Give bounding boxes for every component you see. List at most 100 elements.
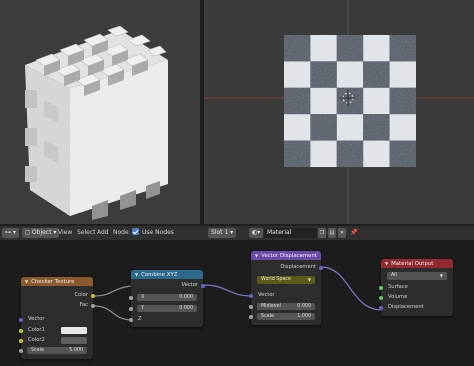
space-row: World Space ▼ — [251, 275, 321, 284]
input-y: Y 0.000 — [129, 304, 203, 313]
checker-square — [389, 61, 416, 88]
input-midlevel: Midlevel 0.000 — [249, 302, 321, 311]
output-fac-label: Fac — [79, 302, 88, 308]
space-value: World Space — [261, 276, 291, 282]
collapse-icon[interactable]: ▼ — [25, 279, 28, 284]
vector-displacement-node[interactable]: ▼ Vector Displacement Displacement World … — [249, 251, 323, 325]
material-name-field[interactable]: Material — [264, 228, 317, 238]
y-value: 0.000 — [179, 306, 193, 311]
socket-volume-in[interactable] — [379, 295, 383, 300]
combine-xyz-node[interactable]: ▼ Combine XYZ Vector X 0.000 Y 0.000 Z — [129, 270, 205, 327]
color2-swatch[interactable] — [61, 337, 87, 344]
checker-square — [284, 87, 311, 115]
checker-square — [363, 140, 390, 167]
vecdisp-scale-field[interactable]: Scale 1.000 — [257, 313, 315, 320]
vecdisp-node-header[interactable]: ▼ Vector Displacement — [251, 251, 321, 260]
copy-icon[interactable]: ❐ — [318, 228, 326, 238]
checker-square — [389, 87, 416, 115]
input-vector: Vector — [19, 315, 93, 324]
material-output-node[interactable]: ▼ Material Output All ▼ Surface Volume Dis… — [379, 259, 453, 316]
checker-grid — [284, 35, 416, 167]
node-editor-canvas[interactable]: ▼ Checker Texture Color Fac Vector Color1… — [0, 240, 474, 366]
vecdisp-scale-value: 1.000 — [297, 314, 311, 319]
space-dropdown[interactable]: World Space ▼ — [257, 275, 315, 284]
chevron-down-icon: ▼ — [439, 272, 443, 278]
link-fac-to-combine[interactable] — [93, 285, 133, 297]
output-node-header[interactable]: ▼ Material Output — [381, 259, 453, 268]
checker-square — [284, 35, 311, 62]
checker-square — [336, 87, 364, 115]
output-fac: Fac — [21, 301, 95, 310]
combine-node-title: Combine XYZ — [141, 272, 178, 278]
checker-square — [284, 114, 311, 141]
x-field[interactable]: X 0.000 — [137, 294, 197, 301]
socket-color2-in[interactable] — [19, 338, 23, 343]
checker-square — [310, 114, 337, 141]
menu-add[interactable]: Add — [97, 228, 109, 238]
close-icon[interactable]: ✕ — [338, 228, 346, 238]
socket-vector-out[interactable] — [201, 283, 205, 288]
midlevel-label: Midlevel — [261, 304, 281, 309]
vecdisp-node-title: Vector Displacement — [261, 253, 318, 259]
socket-vector-in[interactable] — [19, 317, 23, 322]
input-color1: Color1 — [19, 326, 93, 335]
menu-view[interactable]: View — [58, 228, 72, 238]
color1-label: Color1 — [28, 327, 45, 333]
socket-x-in[interactable] — [129, 295, 133, 300]
vecdisp-vector-label: Vector — [258, 292, 275, 298]
pin-icon[interactable]: 📌 — [350, 228, 357, 238]
scale-label: Scale — [31, 348, 44, 353]
use-nodes-toggle[interactable]: Use Nodes — [132, 228, 174, 238]
link-vector-to-vecdisp[interactable] — [202, 284, 253, 297]
socket-displacement-in[interactable] — [379, 305, 383, 310]
vecdisp-scale-label: Scale — [261, 314, 274, 319]
node-tree-icon: ⊶ — [5, 229, 11, 236]
socket-fac-out[interactable] — [91, 303, 95, 308]
color1-swatch[interactable] — [61, 327, 87, 334]
checker-square — [389, 35, 416, 62]
link-fac-to-z[interactable] — [93, 305, 133, 321]
viewport-3d-top-view[interactable] — [204, 0, 474, 224]
socket-vector-in[interactable] — [249, 293, 253, 298]
menu-select[interactable]: Select — [77, 228, 96, 238]
socket-midlevel-in[interactable] — [249, 304, 253, 309]
output-displacement: Displacement — [251, 263, 323, 272]
y-label: Y — [141, 306, 144, 311]
input-displacement: Displacement — [379, 303, 453, 312]
target-dropdown[interactable]: All ▼ — [387, 271, 447, 280]
scale-field[interactable]: Scale 5.000 — [27, 347, 87, 354]
socket-displacement-out[interactable] — [319, 265, 323, 270]
checker-square — [336, 61, 364, 88]
collapse-icon[interactable]: ▼ — [255, 253, 258, 258]
collapse-icon[interactable]: ▼ — [385, 261, 388, 266]
menu-node[interactable]: Node — [113, 228, 129, 238]
node-editor-header: ⊶ ▾ ◻ Object ▾ View Select Add Node Use … — [0, 226, 474, 240]
socket-color1-in[interactable] — [19, 328, 23, 333]
socket-scale-in[interactable] — [19, 348, 23, 353]
slot-dropdown[interactable]: Slot 1 ▾ — [208, 228, 237, 238]
shader-type-dropdown[interactable]: ◻ Object ▾ — [22, 228, 60, 238]
socket-color-out[interactable] — [91, 293, 95, 298]
input-vector: Vector — [249, 291, 321, 300]
socket-z-in[interactable] — [129, 317, 133, 322]
socket-scale-in[interactable] — [249, 314, 253, 319]
editor-type-button[interactable]: ⊶ ▾ — [2, 228, 19, 238]
midlevel-field[interactable]: Midlevel 0.000 — [257, 303, 315, 310]
displacement-label: Displacement — [388, 304, 424, 310]
socket-surface-in[interactable] — [379, 285, 383, 290]
surface-label: Surface — [388, 284, 408, 290]
checker-node-header[interactable]: ▼ Checker Texture — [21, 277, 93, 286]
checkbox-icon — [132, 228, 139, 235]
viewport-3d-left[interactable] — [0, 0, 200, 224]
browse-icon[interactable]: ▤ — [328, 228, 336, 238]
input-z: Z — [129, 315, 203, 324]
checker-square — [310, 61, 337, 88]
checker-square — [389, 114, 416, 141]
link-disp-to-output[interactable] — [320, 266, 383, 311]
socket-y-in[interactable] — [129, 306, 133, 311]
material-browse-button[interactable]: ◐▾ — [249, 228, 264, 238]
collapse-icon[interactable]: ▼ — [135, 272, 138, 277]
checker-texture-node[interactable]: ▼ Checker Texture Color Fac Vector Color1… — [19, 277, 95, 359]
combine-node-header[interactable]: ▼ Combine XYZ — [131, 270, 203, 279]
y-field[interactable]: Y 0.000 — [137, 305, 197, 312]
